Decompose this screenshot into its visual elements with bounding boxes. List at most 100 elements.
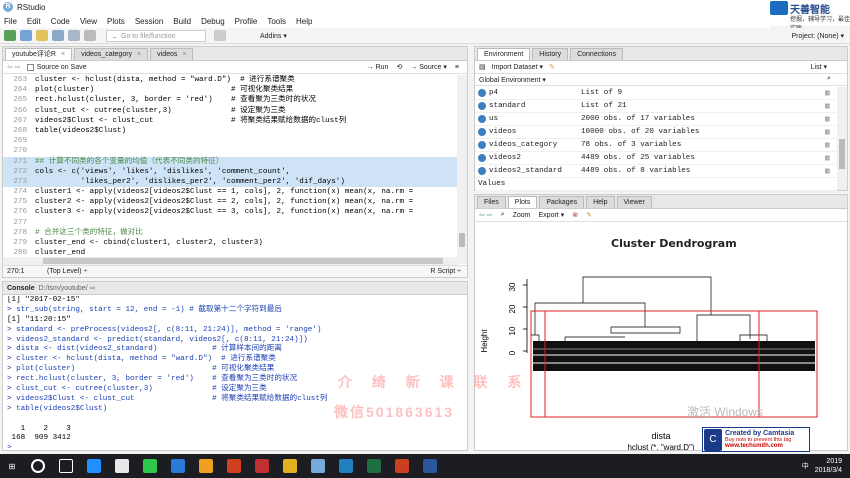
menu-item-debug[interactable]: Debug (201, 17, 225, 26)
env-scrollbar[interactable] (837, 87, 847, 190)
source-on-save-checkbox[interactable] (26, 63, 34, 71)
tab-connections[interactable]: Connections (570, 48, 623, 60)
menu-item-build[interactable]: Build (173, 17, 191, 26)
env-row[interactable]: videos_category 78 obs. of 3 variables ▦ (475, 139, 837, 152)
expand-icon[interactable] (478, 128, 486, 136)
menu-item-file[interactable]: File (4, 17, 17, 26)
open-file-icon[interactable] (36, 30, 48, 41)
working-directory[interactable]: D:/tsm/youtube/ ⇨ (39, 284, 96, 292)
env-row[interactable]: us 2000 obs. of 17 variables ▦ (475, 113, 837, 126)
word-icon[interactable] (423, 459, 437, 473)
tab-videos[interactable]: videos × (150, 48, 194, 60)
code-line[interactable]: 275 cluster2 <- apply(videos2[videos2$Clu… (3, 197, 458, 207)
back-icon[interactable]: ⇦ ⇨ (7, 63, 21, 71)
code-line[interactable]: 270 (3, 146, 458, 156)
code-line[interactable]: 278 # 合并这三个类的特征，做对比 (3, 228, 458, 238)
app-icon[interactable] (87, 459, 101, 473)
close-icon[interactable]: × (61, 49, 65, 60)
app-icon[interactable] (339, 459, 353, 473)
view-data-icon[interactable]: ▦ (825, 166, 837, 176)
goto-file-input[interactable]: Go to file/function (106, 29, 206, 42)
code-line[interactable]: 276 cluster3 <- apply(videos2[videos2$Clu… (3, 207, 458, 217)
export-button[interactable]: Export ▾ (539, 211, 565, 219)
env-row[interactable]: standard List of 21 ▦ (475, 100, 837, 113)
print-icon[interactable] (84, 30, 96, 41)
save-all-icon[interactable] (68, 30, 80, 41)
close-icon[interactable]: × (182, 49, 186, 60)
clock[interactable]: 2019 2018/3/4 (815, 457, 842, 475)
excel-icon[interactable] (367, 459, 381, 473)
cortana-icon[interactable] (31, 459, 45, 473)
tab-files[interactable]: Files (477, 196, 506, 208)
code-line[interactable]: 267 videos2$Clust <- clust_cut # 将聚类结果赋给数… (3, 116, 458, 126)
menu-item-code[interactable]: Code (51, 17, 70, 26)
view-data-icon[interactable]: ▦ (825, 140, 837, 150)
view-data-icon[interactable]: ▦ (825, 153, 837, 163)
file-type-selector[interactable]: R Script ÷ (430, 268, 461, 275)
folder-icon[interactable] (199, 459, 213, 473)
code-area[interactable]: 263 cluster <- hclust(dista, method = "wa… (3, 75, 458, 264)
menu-item-help[interactable]: Help (296, 17, 312, 26)
new-project-icon[interactable] (20, 30, 32, 41)
code-line[interactable]: 265 rect.hclust(cluster, 3, border = 'red… (3, 95, 458, 105)
editor-scrollbar[interactable] (457, 75, 467, 264)
tab-history[interactable]: History (532, 48, 569, 60)
code-line[interactable]: 273 'likes_per2', 'dislikes_per2', 'comm… (3, 176, 458, 188)
editor-hscrollbar[interactable] (3, 257, 458, 265)
expand-icon[interactable] (478, 102, 486, 110)
rstudio-taskbar-icon[interactable] (311, 459, 325, 473)
app-icon[interactable] (283, 459, 297, 473)
env-row[interactable]: Values (475, 178, 837, 191)
menu-item-profile[interactable]: Profile (235, 17, 258, 26)
source-button[interactable]: → Source ▾ (410, 63, 447, 71)
app-icon[interactable] (115, 459, 129, 473)
code-line[interactable]: 263 cluster <- hclust(dista, method = "wa… (3, 75, 458, 85)
env-row[interactable]: videos2 4489 obs. of 25 variables ▦ (475, 152, 837, 165)
scroll-thumb[interactable] (459, 233, 465, 247)
tab-videos-category[interactable]: videos_category × (74, 48, 149, 60)
ime-indicator[interactable]: 中 (802, 461, 809, 471)
prev-plot-icon[interactable]: ⇦ ⇨ (479, 211, 493, 219)
close-icon[interactable]: × (137, 49, 141, 60)
tab-viewer[interactable]: Viewer (616, 196, 652, 208)
code-line[interactable]: 272 cols <- c('views', 'likes', 'dislikes… (3, 166, 458, 177)
broom-icon[interactable]: ✎ (586, 211, 592, 219)
save-icon[interactable] (52, 30, 64, 41)
expand-icon[interactable] (478, 154, 486, 162)
import-dataset-button[interactable]: Import Dataset ▾ (492, 63, 543, 71)
env-row[interactable]: videos 10000 obs. of 20 variables ▦ (475, 126, 837, 139)
scroll-thumb[interactable] (839, 139, 845, 169)
code-line[interactable]: 268 table(videos2$Clust) (3, 126, 458, 136)
run-button[interactable]: → Run (367, 64, 389, 71)
app-icon[interactable] (395, 459, 409, 473)
zoom-button[interactable]: Zoom (513, 212, 531, 219)
code-line[interactable]: 266 clust_cut <- cutree(cluster,3) # 设定聚为… (3, 106, 458, 116)
env-row[interactable]: p4 List of 9 ▦ (475, 87, 837, 100)
wechat-icon[interactable] (143, 459, 157, 473)
expand-icon[interactable] (478, 115, 486, 123)
search-icon[interactable]: ⌕ (827, 75, 837, 84)
load-workspace-icon[interactable]: ▤ (479, 63, 486, 71)
menu-item-tools[interactable]: Tools (267, 17, 286, 26)
broom-icon[interactable]: ✎ (549, 63, 555, 71)
view-mode-menu[interactable]: List ▾ (811, 63, 827, 71)
expand-icon[interactable] (478, 89, 486, 97)
remove-plot-icon[interactable]: ⊗ (572, 211, 578, 219)
code-line[interactable]: 271 ## 计算不同类的各个变量的均值（代表不同类的特征） (3, 156, 458, 167)
task-view-icon[interactable] (59, 459, 73, 473)
code-line[interactable]: 269 (3, 136, 458, 146)
scroll-thumb[interactable] (43, 258, 443, 264)
code-line[interactable]: 274 cluster1 <- apply(videos2[videos2$Clu… (3, 187, 458, 197)
tab-packages[interactable]: Packages (539, 196, 585, 208)
scope-selector[interactable]: (Top Level) ÷ (47, 268, 87, 275)
menu-item-edit[interactable]: Edit (27, 17, 41, 26)
tab-youtube[interactable]: youtube评论R × (5, 48, 73, 60)
app-icon[interactable] (255, 459, 269, 473)
view-data-icon[interactable]: ▦ (825, 114, 837, 124)
tab-help[interactable]: Help (586, 196, 615, 208)
app-icon[interactable] (171, 459, 185, 473)
app-icon[interactable] (227, 459, 241, 473)
new-file-icon[interactable] (4, 30, 16, 41)
outline-icon[interactable]: ≡ (455, 64, 459, 71)
code-line[interactable]: 277 (3, 218, 458, 228)
